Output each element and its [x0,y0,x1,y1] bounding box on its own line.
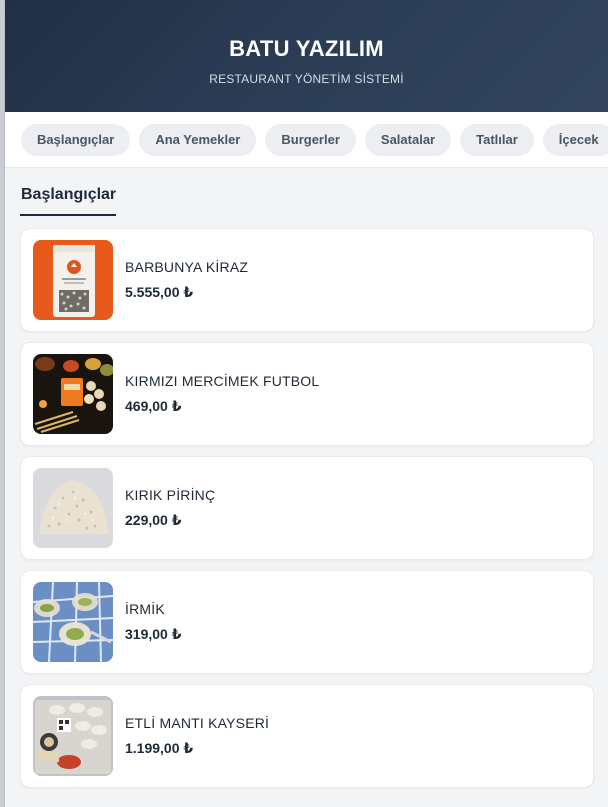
category-tabs: Başlangıçlar Ana Yemekler Burgerler Sala… [5,112,608,168]
app-header: BATU YAZILIM RESTAURANT YÖNETİM SİSTEMİ [5,0,608,112]
product-image [33,354,113,434]
product-name: ETLİ MANTI KAYSERİ [125,715,270,731]
app-subtitle: RESTAURANT YÖNETİM SİSTEMİ [209,72,404,86]
product-price: 229,00 ₺ [125,512,182,528]
product-list: BARBUNYA KİRAZ 5.555,00 ₺ KIRMIZI MERCİM… [20,228,594,788]
tab-baslangiclar[interactable]: Başlangıçlar [21,123,131,156]
app-title: BATU YAZILIM [229,36,384,61]
menu-section: Başlangıçlar BARBUNYA KİRAZ 5.555,00 ₺ K… [5,168,608,788]
tab-ana-yemekler[interactable]: Ana Yemekler [139,123,257,156]
product-card[interactable]: İRMİK 319,00 ₺ [20,570,594,674]
product-name: BARBUNYA KİRAZ [125,259,249,275]
product-image [33,582,113,662]
product-price: 1.199,00 ₺ [125,740,194,756]
product-card[interactable]: BARBUNYA KİRAZ 5.555,00 ₺ [20,228,594,332]
product-card[interactable]: ETLİ MANTI KAYSERİ 1.199,00 ₺ [20,684,594,788]
tab-burgerler[interactable]: Burgerler [265,123,356,156]
product-name: KIRMIZI MERCİMEK FUTBOL [125,373,320,389]
product-price: 5.555,00 ₺ [125,284,194,300]
product-image [33,696,113,776]
product-name: İRMİK [125,601,165,617]
product-price: 469,00 ₺ [125,398,182,414]
product-name: KIRIK PİRİNÇ [125,487,216,503]
product-card[interactable]: KIRMIZI MERCİMEK FUTBOL 469,00 ₺ [20,342,594,446]
tab-tatlilar[interactable]: Tatlılar [460,123,534,156]
product-image [33,240,113,320]
tab-salatalar[interactable]: Salatalar [364,123,452,156]
product-price: 319,00 ₺ [125,626,182,642]
app-frame: BATU YAZILIM RESTAURANT YÖNETİM SİSTEMİ … [4,0,608,807]
product-card[interactable]: KIRIK PİRİNÇ 229,00 ₺ [20,456,594,560]
tab-icecekler[interactable]: İçecek [542,123,608,156]
section-title: Başlangıçlar [20,186,117,216]
product-image [33,468,113,548]
